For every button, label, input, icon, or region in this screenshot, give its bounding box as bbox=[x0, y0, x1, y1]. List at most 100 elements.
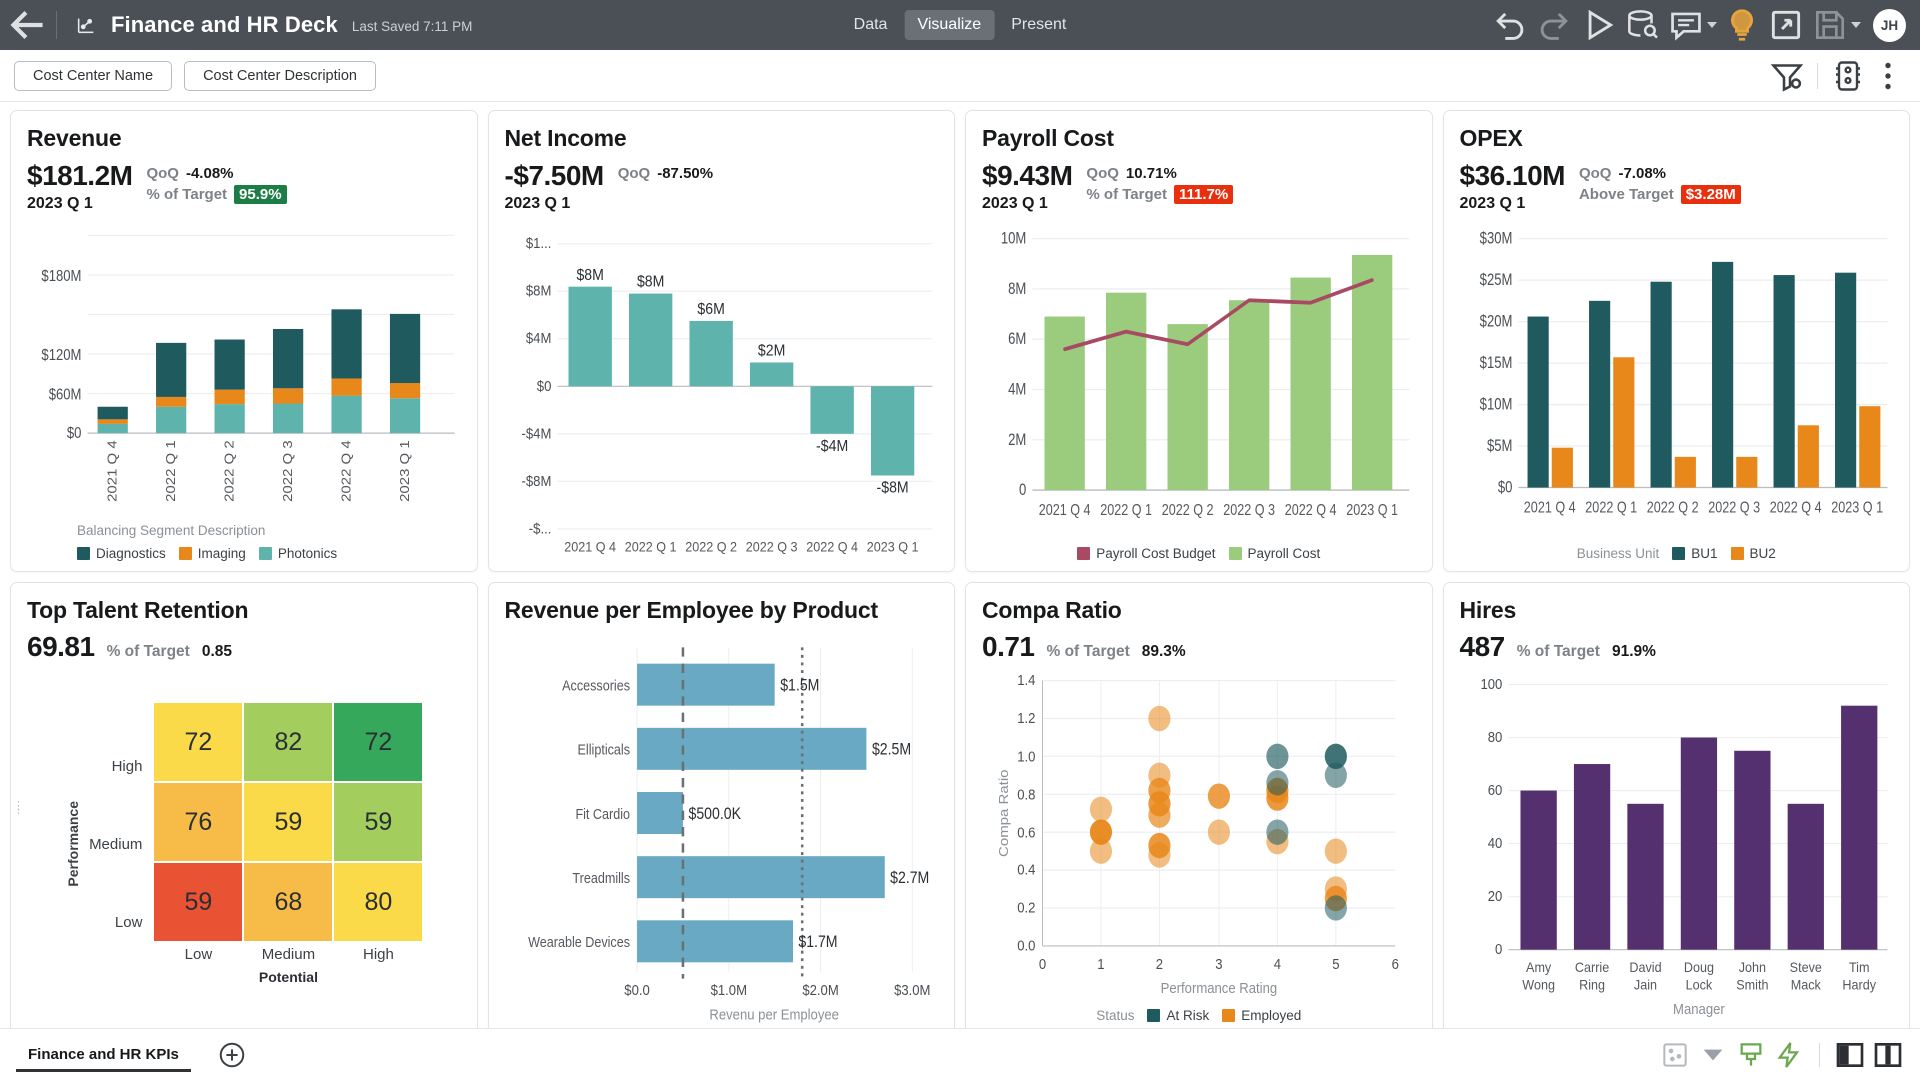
board-settings-icon[interactable] bbox=[1830, 58, 1866, 94]
legend-item-diagnostics[interactable]: Diagnostics bbox=[77, 546, 166, 561]
net-income-bar-chart: $1... $8M $4M $0 -$4M -$8M -$... $8M $8M… bbox=[521, 235, 932, 555]
card-net-income[interactable]: Net Income -$7.50M 2023 Q 1 QoQ -87.50% bbox=[487, 110, 955, 572]
svg-text:$2M: $2M bbox=[757, 342, 784, 360]
tab-present[interactable]: Present bbox=[998, 10, 1079, 40]
heatmap-cell[interactable]: 68 bbox=[244, 863, 333, 942]
heatmap-cell[interactable]: 80 bbox=[334, 863, 423, 942]
card-revenue-per-employee[interactable]: Revenue per Employee by Product Accessor… bbox=[487, 582, 955, 1034]
card-revenue[interactable]: Revenue $181.2M 2023 Q 1 QoQ -4.08% % of… bbox=[10, 110, 478, 572]
svg-text:$2.5M: $2.5M bbox=[871, 741, 910, 759]
sheet-tab-finance-hr-kpis[interactable]: Finance and HR KPIs bbox=[16, 1046, 191, 1072]
legend-item-bu1[interactable]: BU1 bbox=[1672, 546, 1718, 561]
comment-icon[interactable] bbox=[1667, 6, 1717, 44]
svg-text:100: 100 bbox=[1480, 677, 1502, 693]
play-icon[interactable] bbox=[1579, 6, 1617, 44]
chevron-down-icon[interactable] bbox=[1707, 22, 1717, 28]
card-opex[interactable]: OPEX $36.10M 2023 Q 1 QoQ -7.08% Above T… bbox=[1442, 110, 1910, 572]
legend-item-payroll-cost[interactable]: Payroll Cost bbox=[1228, 546, 1321, 561]
heatmap-cell[interactable]: 72 bbox=[334, 703, 423, 782]
svg-text:0.0: 0.0 bbox=[1017, 937, 1035, 954]
panel-left-icon[interactable] bbox=[1834, 1039, 1866, 1071]
metric-value: -7.08% bbox=[1618, 165, 1666, 182]
save-icon[interactable] bbox=[1811, 6, 1861, 44]
filter-settings-icon[interactable] bbox=[1769, 58, 1805, 94]
svg-text:2021 Q 4: 2021 Q 4 bbox=[1039, 502, 1091, 520]
card-payroll-cost[interactable]: Payroll Cost $9.43M 2023 Q 1 QoQ 10.71% … bbox=[965, 110, 1433, 572]
kpi-period: 2023 Q 1 bbox=[1459, 195, 1526, 213]
data-labels: $8M $8M $6M $2M -$4M -$8M bbox=[576, 267, 908, 498]
lightbulb-icon[interactable] bbox=[1723, 6, 1761, 44]
chart-payroll-cost[interactable]: 10M 8M 6M 4M 2M 0 2021 Q 4 2022 Q 1 2022… bbox=[982, 221, 1416, 542]
chevron-down-icon[interactable] bbox=[1851, 22, 1861, 28]
heatmap-cell[interactable]: 76 bbox=[154, 783, 243, 862]
tab-data[interactable]: Data bbox=[841, 10, 901, 40]
back-button[interactable] bbox=[0, 0, 56, 50]
chart-revenue[interactable]: $180M $120M $60M $0 2021 Q 4 2022 Q 1 20… bbox=[27, 221, 461, 521]
lightning-icon[interactable] bbox=[1773, 1039, 1805, 1071]
paint-brush-icon[interactable] bbox=[1735, 1039, 1767, 1071]
svg-text:$15M: $15M bbox=[1479, 355, 1512, 373]
svg-text:Amy: Amy bbox=[1526, 960, 1552, 976]
card-hires[interactable]: Hires 487 % of Target 91.9% 100 80 60 40… bbox=[1442, 582, 1910, 1034]
undo-icon[interactable] bbox=[1491, 6, 1529, 44]
layout-grid-icon[interactable] bbox=[1659, 1039, 1691, 1071]
card-top-talent-retention[interactable]: ⋮ ⋮ Top Talent Retention 69.81 % of Targe… bbox=[10, 582, 478, 1034]
svg-text:Tim: Tim bbox=[1848, 960, 1869, 976]
legend-item-at-risk[interactable]: At Risk bbox=[1147, 1008, 1209, 1023]
filter-chip-cost-center-name[interactable]: Cost Center Name bbox=[14, 60, 173, 91]
chart-revenue-per-employee[interactable]: Accessories Ellipticals Fit Cardio Tread… bbox=[505, 638, 939, 1024]
heatmap-cell[interactable]: 59 bbox=[334, 783, 423, 862]
legend-item-employed[interactable]: Employed bbox=[1222, 1008, 1301, 1023]
kpi-metrics: QoQ -87.50% bbox=[618, 161, 713, 182]
legend-item-photonics[interactable]: Photonics bbox=[258, 546, 337, 561]
svg-text:Accessories: Accessories bbox=[562, 678, 630, 694]
metric-pct-of-target: % of Target 111.7% bbox=[1086, 185, 1234, 204]
svg-text:Fit Cardio: Fit Cardio bbox=[575, 806, 630, 822]
avatar[interactable]: JH bbox=[1873, 8, 1906, 42]
hires-bar-chart: 100 80 60 40 20 0 AmyWong CarrieRing Dav… bbox=[1480, 677, 1887, 1017]
legend-revenue: Diagnostics Imaging Photonics bbox=[27, 542, 461, 561]
legend-item-payroll-cost-budget[interactable]: Payroll Cost Budget bbox=[1077, 546, 1216, 561]
redo-icon[interactable] bbox=[1535, 6, 1573, 44]
metric-label: QoQ bbox=[617, 165, 651, 182]
add-sheet-icon[interactable] bbox=[217, 1040, 247, 1070]
metric-value: 0.85 bbox=[201, 643, 232, 660]
legend-compa-ratio: Status At Risk Employed bbox=[982, 1004, 1416, 1023]
x-axis-labels: AmyWong CarrieRing DavidJain DougLock Jo… bbox=[1522, 960, 1876, 993]
chart-top-talent-heatmap[interactable]: Performance High Medium Low 72 82 72 76 … bbox=[27, 661, 461, 1023]
kpi-row: 69.81 % of Target 0.85 bbox=[27, 632, 461, 662]
col-label-medium: Medium bbox=[261, 946, 316, 964]
svg-text:Wearable Devices: Wearable Devices bbox=[528, 934, 630, 950]
heatmap-cell[interactable]: 59 bbox=[154, 863, 243, 942]
heatmap-cell[interactable]: 59 bbox=[244, 783, 333, 862]
chart-compa-ratio[interactable]: 1.4 1.2 1.0 0.8 0.6 0.4 0.2 0.0 Compa Ra… bbox=[982, 669, 1416, 1004]
filter-chip-cost-center-description[interactable]: Cost Center Description bbox=[184, 60, 376, 91]
share-export-icon[interactable] bbox=[1767, 6, 1805, 44]
heatmap-cell[interactable]: 82 bbox=[244, 703, 333, 782]
svg-text:10M: 10M bbox=[1001, 231, 1026, 249]
svg-text:$1.7M: $1.7M bbox=[798, 933, 837, 951]
svg-text:2021 Q 4: 2021 Q 4 bbox=[564, 539, 616, 555]
svg-text:David: David bbox=[1629, 960, 1661, 976]
tab-visualize[interactable]: Visualize bbox=[904, 10, 995, 40]
x-axis-title: Potential bbox=[258, 969, 318, 986]
svg-text:4: 4 bbox=[1274, 956, 1281, 973]
svg-text:2022 Q 4: 2022 Q 4 bbox=[339, 440, 354, 502]
chart-net-income[interactable]: $1... $8M $4M $0 -$4M -$8M -$... $8M $8M… bbox=[505, 221, 939, 561]
panel-right-icon[interactable] bbox=[1872, 1039, 1904, 1071]
caret-down-icon[interactable] bbox=[1697, 1039, 1729, 1071]
more-options-icon[interactable] bbox=[1870, 58, 1906, 94]
data-source-icon[interactable] bbox=[1623, 6, 1661, 44]
chart-opex[interactable]: $30M $25M $20M $15M $10M $5M $0 2021 Q 4… bbox=[1460, 221, 1894, 542]
legend-label: Payroll Cost bbox=[1247, 546, 1321, 561]
legend-item-bu2[interactable]: BU2 bbox=[1730, 546, 1776, 561]
chart-hires[interactable]: 100 80 60 40 20 0 Amy Wong Carrie Ring D… bbox=[1460, 669, 1894, 1023]
heatmap-cell[interactable]: 72 bbox=[154, 703, 243, 782]
metric-label: QoQ bbox=[1578, 165, 1612, 182]
card-title: Top Talent Retention bbox=[27, 597, 249, 623]
drag-handle[interactable]: ⋮ ⋮ bbox=[13, 801, 24, 816]
card-compa-ratio[interactable]: Compa Ratio 0.71 % of Target 89.3% 1.4 1… bbox=[965, 582, 1433, 1034]
legend-item-imaging[interactable]: Imaging bbox=[178, 546, 246, 561]
metric-label: % of Target bbox=[1086, 186, 1167, 203]
kpi-value: $181.2M bbox=[27, 160, 133, 191]
